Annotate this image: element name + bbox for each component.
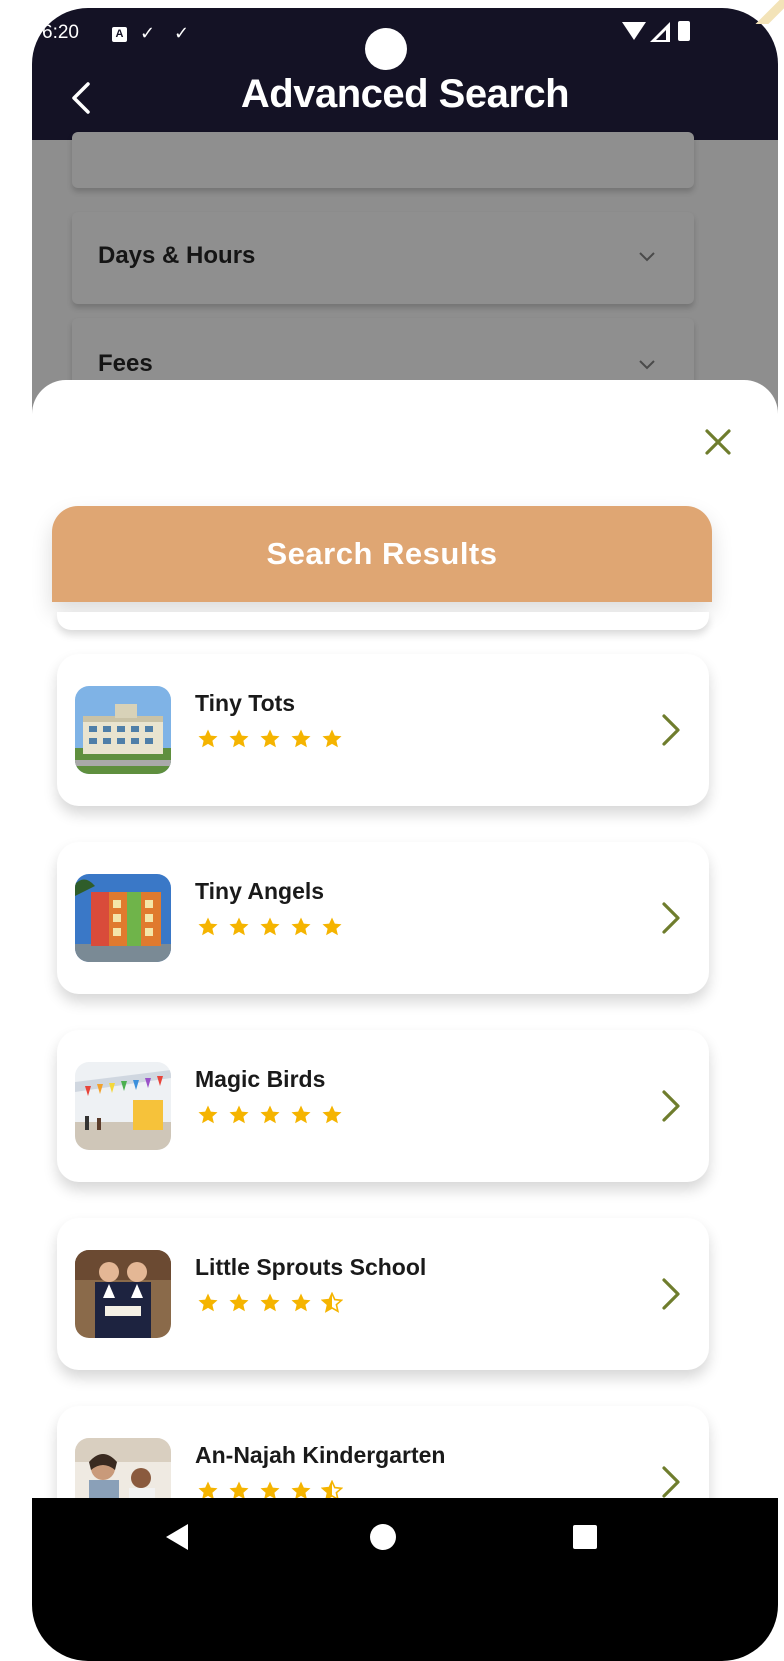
school-photo (75, 1062, 171, 1150)
accordion-days-hours[interactable]: Days & Hours (72, 212, 694, 304)
battery-icon (678, 21, 690, 41)
chevron-right-icon (659, 900, 683, 936)
star-full-icon (228, 1292, 250, 1314)
phone-screen: 6:20 A ✓ ✓ Advanced Search Days & Hours … (32, 8, 778, 1661)
result-card-little-sprouts-school[interactable]: Little Sprouts School (57, 1218, 709, 1370)
result-card-tiny-tots[interactable]: Tiny Tots (57, 654, 709, 806)
school-photo (75, 874, 171, 962)
star-full-icon (259, 1104, 281, 1126)
partial-result-card (57, 612, 709, 630)
star-rating (197, 1104, 343, 1126)
star-full-icon (228, 916, 250, 938)
school-name: An-Najah Kindergarten (195, 1442, 446, 1468)
notification-a-icon: A (112, 27, 127, 42)
camera-cutout (365, 28, 407, 70)
result-card-tiny-angels[interactable]: Tiny Angels (57, 842, 709, 994)
nav-back-icon[interactable] (166, 1524, 188, 1550)
school-name: Tiny Angels (195, 878, 325, 904)
close-button[interactable] (700, 424, 736, 460)
star-full-icon (321, 728, 343, 750)
star-full-icon (321, 1104, 343, 1126)
chevron-down-icon (638, 250, 655, 264)
star-full-icon (290, 1292, 312, 1314)
wifi-icon (622, 22, 646, 40)
star-full-icon (290, 728, 312, 750)
search-results-sheet: Search Results Tiny Tots Tiny Angels Mag… (32, 380, 778, 1558)
school-photo (75, 686, 171, 774)
app-header: 6:20 A ✓ ✓ Advanced Search (32, 8, 778, 140)
download-check-icon: ✓ (140, 23, 156, 43)
chevron-right-icon (659, 712, 683, 748)
school-name: Magic Birds (195, 1066, 326, 1092)
star-full-icon (197, 916, 219, 938)
system-nav-bar (32, 1498, 778, 1661)
star-half-icon (321, 1292, 343, 1314)
star-full-icon (290, 916, 312, 938)
school-name: Little Sprouts School (195, 1254, 427, 1280)
star-full-icon (259, 916, 281, 938)
nav-recents-icon[interactable] (573, 1525, 597, 1549)
chevron-right-icon (659, 1088, 683, 1124)
accordion-label: Fees (98, 350, 153, 377)
search-results-title: Search Results (52, 506, 712, 602)
school-photo (75, 1250, 171, 1338)
accordion-label: Days & Hours (98, 242, 256, 269)
star-rating (197, 916, 343, 938)
signal-icon-inner (656, 30, 666, 40)
download-check-icon: ✓ (174, 23, 190, 43)
chevron-right-icon (659, 1276, 683, 1312)
result-card-magic-birds[interactable]: Magic Birds (57, 1030, 709, 1182)
close-icon (705, 429, 731, 455)
star-full-icon (259, 728, 281, 750)
star-rating (197, 1292, 343, 1314)
status-time: 6:20 (42, 22, 79, 43)
star-full-icon (290, 1104, 312, 1126)
chevron-down-icon (638, 358, 655, 372)
star-full-icon (321, 916, 343, 938)
page-title: Advanced Search (240, 72, 570, 116)
star-full-icon (197, 1292, 219, 1314)
star-rating (197, 728, 343, 750)
star-full-icon (228, 1104, 250, 1126)
star-full-icon (228, 728, 250, 750)
star-full-icon (259, 1292, 281, 1314)
nav-home-icon[interactable] (370, 1524, 396, 1550)
school-name: Tiny Tots (195, 690, 296, 716)
star-full-icon (197, 728, 219, 750)
corner-decoration (744, 0, 784, 24)
accordion-field[interactable] (72, 132, 694, 188)
star-full-icon (197, 1104, 219, 1126)
chevron-right-icon (659, 1464, 683, 1500)
